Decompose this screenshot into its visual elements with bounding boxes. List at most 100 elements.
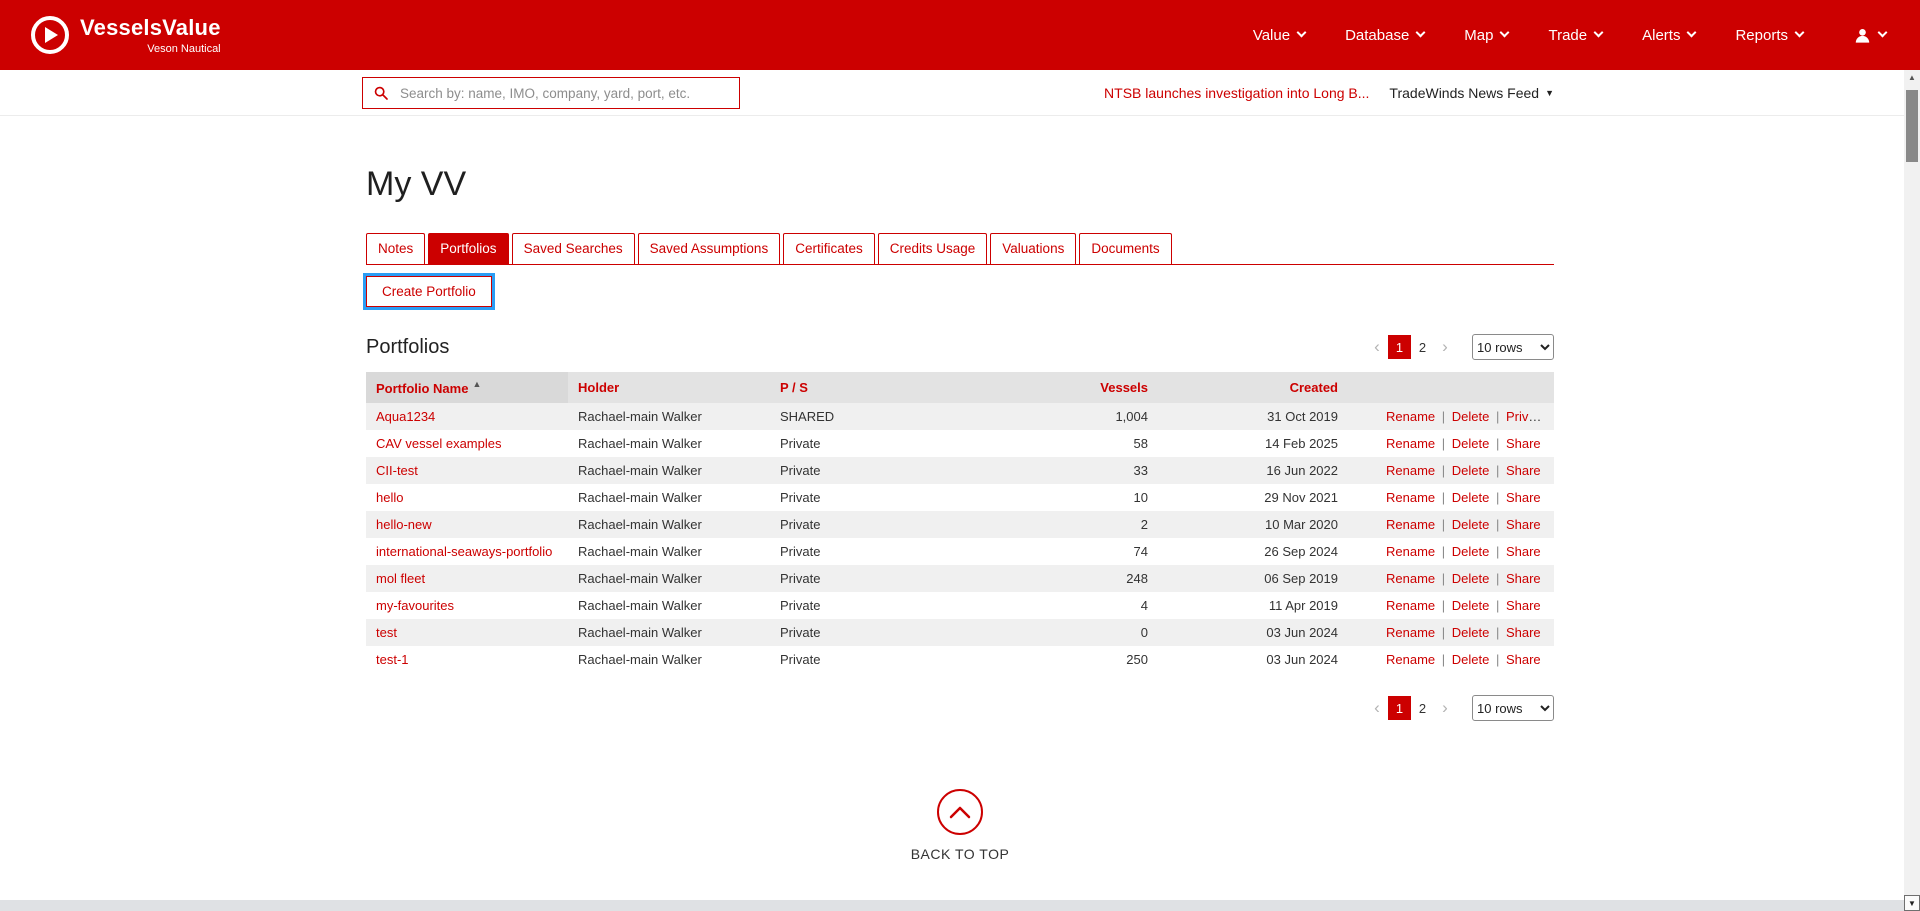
row-actions: Rename | Delete | Share xyxy=(1348,646,1554,673)
pagination-prev-button[interactable]: ‹ xyxy=(1366,696,1388,720)
pagination-next-button[interactable]: › xyxy=(1434,335,1456,359)
pagination-prev-button[interactable]: ‹ xyxy=(1366,335,1388,359)
action-rename[interactable]: Rename xyxy=(1386,490,1435,505)
rows-per-page-select[interactable]: 10 rows xyxy=(1472,695,1554,721)
pagination-page-2[interactable]: 2 xyxy=(1411,335,1434,359)
chevron-down-icon xyxy=(1297,28,1307,38)
action-delete[interactable]: Delete xyxy=(1452,517,1490,532)
nav-item-reports[interactable]: Reports xyxy=(1735,27,1803,44)
created-cell: 06 Sep 2019 xyxy=(1158,565,1348,592)
action-share[interactable]: Share xyxy=(1506,571,1541,586)
action-share[interactable]: Share xyxy=(1506,544,1541,559)
action-rename[interactable]: Rename xyxy=(1386,409,1435,424)
search-icon xyxy=(373,85,389,101)
portfolio-link[interactable]: test xyxy=(376,625,397,640)
action-delete[interactable]: Delete xyxy=(1452,463,1490,478)
table-row: CAV vessel examplesRachael-main WalkerPr… xyxy=(366,430,1554,457)
portfolio-link[interactable]: CAV vessel examples xyxy=(376,436,501,451)
portfolio-link[interactable]: mol fleet xyxy=(376,571,425,586)
row-actions: Rename | Delete | Share xyxy=(1348,619,1554,646)
scroll-down-arrow-icon[interactable]: ▼ xyxy=(1904,895,1920,911)
action-rename[interactable]: Rename xyxy=(1386,652,1435,667)
portfolio-link[interactable]: test-1 xyxy=(376,652,409,667)
action-delete[interactable]: Delete xyxy=(1452,544,1490,559)
action-share[interactable]: Share xyxy=(1506,517,1541,532)
action-delete[interactable]: Delete xyxy=(1452,409,1490,424)
search-input[interactable] xyxy=(398,85,729,102)
action-delete[interactable]: Delete xyxy=(1452,652,1490,667)
nav-item-trade[interactable]: Trade xyxy=(1548,27,1602,44)
action-share[interactable]: Share xyxy=(1506,490,1541,505)
portfolio-link[interactable]: hello xyxy=(376,490,403,505)
news-feed-label: TradeWinds News Feed xyxy=(1389,85,1539,101)
portfolio-link[interactable]: Aqua1234 xyxy=(376,409,435,424)
tab-notes[interactable]: Notes xyxy=(366,233,425,264)
tab-saved-assumptions[interactable]: Saved Assumptions xyxy=(638,233,781,264)
vertical-scrollbar[interactable]: ▲ ▼ xyxy=(1904,70,1920,911)
action-privatise[interactable]: Privatise xyxy=(1506,409,1554,424)
scrollbar-thumb[interactable] xyxy=(1906,90,1918,162)
top-header: VesselsValue Veson Nautical Value Databas… xyxy=(0,0,1920,70)
nav-item-database[interactable]: Database xyxy=(1345,27,1424,44)
action-rename[interactable]: Rename xyxy=(1386,544,1435,559)
action-separator: | xyxy=(1435,598,1452,613)
portfolio-link[interactable]: my-favourites xyxy=(376,598,454,613)
news-feed-toggle[interactable]: TradeWinds News Feed ▼ xyxy=(1389,85,1554,101)
action-share[interactable]: Share xyxy=(1506,436,1541,451)
action-delete[interactable]: Delete xyxy=(1452,436,1490,451)
news-area: NTSB launches investigation into Long B.… xyxy=(1104,70,1554,116)
action-rename[interactable]: Rename xyxy=(1386,598,1435,613)
tab-portfolios[interactable]: Portfolios xyxy=(428,233,508,264)
tab-documents[interactable]: Documents xyxy=(1079,233,1171,264)
created-cell: 29 Nov 2021 xyxy=(1158,484,1348,511)
action-rename[interactable]: Rename xyxy=(1386,571,1435,586)
action-separator: | xyxy=(1435,571,1452,586)
ps-cell: Private xyxy=(770,430,955,457)
action-delete[interactable]: Delete xyxy=(1452,598,1490,613)
vessels-cell: 4 xyxy=(955,592,1158,619)
pagination-page-1[interactable]: 1 xyxy=(1388,335,1411,359)
table-row: hello-newRachael-main WalkerPrivate210 M… xyxy=(366,511,1554,538)
scroll-up-arrow-icon[interactable]: ▲ xyxy=(1904,70,1920,85)
column-header-ps[interactable]: P / S xyxy=(770,372,955,403)
nav-item-map[interactable]: Map xyxy=(1464,27,1508,44)
vesselsvalue-logo-icon xyxy=(30,15,70,55)
nav-item-value[interactable]: Value xyxy=(1253,27,1305,44)
row-actions: Rename | Delete | Share xyxy=(1348,592,1554,619)
column-header-holder[interactable]: Holder xyxy=(568,372,770,403)
action-share[interactable]: Share xyxy=(1506,463,1541,478)
action-delete[interactable]: Delete xyxy=(1452,490,1490,505)
action-rename[interactable]: Rename xyxy=(1386,517,1435,532)
pagination-next-button[interactable]: › xyxy=(1434,696,1456,720)
portfolio-link[interactable]: international-seaways-portfolio xyxy=(376,544,552,559)
action-share[interactable]: Share xyxy=(1506,652,1541,667)
tab-valuations[interactable]: Valuations xyxy=(990,233,1076,264)
brand[interactable]: VesselsValue Veson Nautical xyxy=(30,15,221,55)
action-rename[interactable]: Rename xyxy=(1386,463,1435,478)
portfolio-link[interactable]: hello-new xyxy=(376,517,432,532)
action-rename[interactable]: Rename xyxy=(1386,625,1435,640)
action-share[interactable]: Share xyxy=(1506,625,1541,640)
tab-certificates[interactable]: Certificates xyxy=(783,233,875,264)
create-portfolio-button[interactable]: Create Portfolio xyxy=(366,276,492,307)
footer-strip xyxy=(0,900,1904,911)
user-menu[interactable] xyxy=(1853,26,1886,45)
tab-saved-searches[interactable]: Saved Searches xyxy=(512,233,635,264)
action-delete[interactable]: Delete xyxy=(1452,625,1490,640)
news-headline-link[interactable]: NTSB launches investigation into Long B.… xyxy=(1104,85,1369,101)
column-header-portfolio-name[interactable]: Portfolio Name▲ xyxy=(366,372,568,403)
rows-per-page-select[interactable]: 10 rows xyxy=(1472,334,1554,360)
back-to-top-label: BACK TO TOP xyxy=(911,846,1010,862)
column-header-created[interactable]: Created xyxy=(1158,372,1348,403)
back-to-top-button[interactable] xyxy=(937,789,983,835)
action-separator: | xyxy=(1489,517,1506,532)
nav-item-alerts[interactable]: Alerts xyxy=(1642,27,1695,44)
action-rename[interactable]: Rename xyxy=(1386,436,1435,451)
portfolio-link[interactable]: CII-test xyxy=(376,463,418,478)
tab-credits-usage[interactable]: Credits Usage xyxy=(878,233,988,264)
column-header-vessels[interactable]: Vessels xyxy=(955,372,1158,403)
action-delete[interactable]: Delete xyxy=(1452,571,1490,586)
pagination-page-2[interactable]: 2 xyxy=(1411,696,1434,720)
action-share[interactable]: Share xyxy=(1506,598,1541,613)
pagination-page-1[interactable]: 1 xyxy=(1388,696,1411,720)
